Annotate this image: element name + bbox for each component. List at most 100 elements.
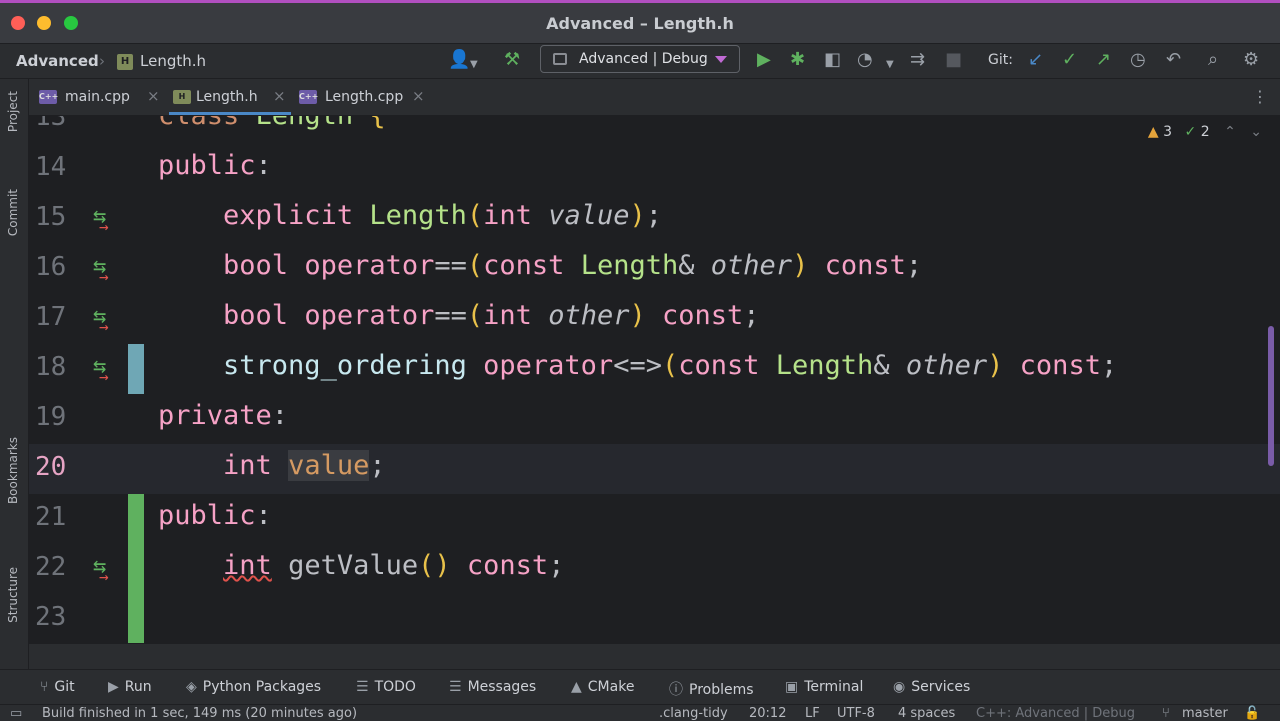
run-icon[interactable]: ▶ — [757, 50, 771, 70]
close-icon[interactable]: × — [412, 87, 425, 105]
git-update-icon[interactable]: ↙ — [1028, 50, 1043, 70]
cpp-file-icon: C++ — [299, 90, 318, 104]
override-arrow-icon: → — [99, 267, 109, 286]
status-message[interactable]: Build finished in 1 sec, 149 ms (20 minu… — [42, 706, 357, 721]
override-icon[interactable]: ⇆ → — [93, 256, 109, 287]
user-icon[interactable]: 👤 — [448, 50, 470, 70]
tool-problems[interactable]: ⓘ Problems — [669, 679, 754, 699]
attach-debugger-icon[interactable]: ⇉ — [910, 50, 925, 70]
line-number: 15 — [35, 202, 67, 232]
modified-line-marker[interactable] — [128, 344, 144, 394]
search-icon[interactable]: ⌕ — [1208, 50, 1218, 70]
git-branch-icon: ⑂ — [1162, 706, 1170, 721]
line-number: 22 — [35, 552, 67, 582]
code-line: 21 public: — [29, 494, 1280, 544]
vertical-scrollbar[interactable] — [1268, 326, 1274, 466]
close-icon[interactable]: × — [273, 87, 286, 105]
code-line: 13 class Length { — [29, 116, 1280, 144]
line-number: 20 — [35, 452, 67, 482]
chevron-down-icon[interactable]: ▼ — [470, 55, 478, 75]
status-bar: ▭ Build finished in 1 sec, 149 ms (20 mi… — [0, 704, 1280, 721]
code-line: 19 private: — [29, 394, 1280, 444]
override-icon[interactable]: ⇆ → — [93, 556, 109, 587]
build-hammer-icon[interactable]: ⚒ — [504, 50, 520, 70]
status-context[interactable]: C++: Advanced | Debug — [976, 706, 1135, 721]
cmake-triangle-icon: ▲ — [571, 679, 582, 695]
tab-label: Length.h — [196, 89, 258, 105]
tab-label: main.cpp — [65, 89, 130, 105]
history-icon[interactable]: ◷ — [1130, 50, 1146, 70]
code-text: int value; — [223, 450, 386, 481]
debug-bug-icon[interactable]: ✱ — [790, 50, 805, 70]
navigation-bar: Advanced › H Length.h 👤 ▼ ⚒ Advanced | D… — [0, 44, 1280, 79]
line-number: 14 — [35, 152, 67, 182]
added-line-marker[interactable] — [128, 544, 144, 594]
close-icon[interactable]: × — [147, 87, 160, 105]
git-label: Git: — [988, 52, 1013, 68]
messages-icon: ☰ — [449, 679, 462, 695]
tool-commit[interactable]: Commit — [6, 189, 20, 236]
override-icon[interactable]: ⇆ → — [93, 306, 109, 337]
terminal-icon: ▣ — [785, 679, 799, 695]
status-indent[interactable]: 4 spaces — [898, 706, 955, 721]
run-configuration-label: Advanced | Debug — [579, 51, 708, 67]
tool-terminal[interactable]: ▣ Terminal — [785, 679, 863, 695]
git-branch-icon: ⑂ — [40, 679, 49, 695]
added-line-marker[interactable] — [128, 494, 144, 544]
tab-main-cpp[interactable]: C++ main.cpp × — [39, 79, 161, 115]
line-number: 17 — [35, 302, 67, 332]
status-branch[interactable]: master — [1182, 706, 1228, 721]
git-commit-icon[interactable]: ✓ — [1062, 50, 1077, 70]
rollback-icon[interactable]: ↶ — [1166, 50, 1181, 70]
override-arrow-icon: → — [99, 367, 109, 386]
tool-python-packages[interactable]: ◈ Python Packages — [186, 679, 321, 695]
code-text: bool operator==(const Length& other) con… — [223, 250, 923, 281]
code-line: 16 ⇆ → bool operator==(const Length& othe… — [29, 244, 1280, 294]
lock-icon[interactable]: 🔓 — [1244, 706, 1260, 721]
tool-bookmarks[interactable]: Bookmarks — [6, 437, 20, 504]
code-text: strong_ordering operator<=>(const Length… — [223, 350, 1118, 381]
title-bar: Advanced – Length.h — [0, 0, 1280, 44]
code-line-current: 20 int value; — [29, 444, 1280, 494]
cpp-file-icon: C++ — [39, 90, 58, 104]
breadcrumb-file[interactable]: Length.h — [140, 52, 206, 70]
more-tabs-icon[interactable]: ⋮ — [1252, 87, 1268, 106]
code-line: 17 ⇆ → bool operator==(int other) const; — [29, 294, 1280, 344]
status-position[interactable]: 20:12 — [749, 706, 786, 721]
horizontal-scroll-area[interactable] — [29, 643, 1280, 670]
tool-project[interactable]: Project — [6, 91, 20, 132]
code-text: private: — [158, 400, 289, 431]
code-text: public: — [158, 500, 272, 531]
code-editor[interactable]: ▲ 3 ✓ 2 ⌃ ⌄ 13 class Length { 14 public:… — [29, 116, 1280, 643]
tool-todo[interactable]: ☰ TODO — [356, 679, 416, 695]
stop-icon[interactable]: ■ — [945, 50, 962, 70]
code-text: bool operator==(int other) const; — [223, 300, 760, 331]
code-line: 22 ⇆ → int getValue() const; — [29, 544, 1280, 594]
tool-run[interactable]: ▶ Run — [108, 679, 152, 695]
gear-icon[interactable]: ⚙ — [1243, 50, 1259, 70]
status-linter[interactable]: .clang-tidy — [659, 706, 728, 721]
status-encoding[interactable]: UTF-8 — [837, 706, 875, 721]
override-icon[interactable]: ⇆ → — [93, 356, 109, 387]
breadcrumb-chevron-icon: › — [99, 52, 105, 70]
run-configuration-selector[interactable]: Advanced | Debug — [540, 45, 740, 73]
tool-structure[interactable]: Structure — [6, 567, 20, 623]
git-push-icon[interactable]: ↗ — [1096, 50, 1111, 70]
added-line-marker[interactable] — [128, 594, 144, 643]
panel-toggle-icon[interactable]: ▭ — [10, 706, 22, 721]
chevron-down-icon[interactable]: ▼ — [886, 55, 894, 75]
code-text: int getValue() const; — [223, 550, 565, 581]
override-arrow-icon: → — [99, 567, 109, 586]
breadcrumb-project[interactable]: Advanced — [16, 52, 99, 70]
profile-icon[interactable]: ◔ — [857, 50, 873, 70]
tool-services[interactable]: ◉ Services — [893, 679, 970, 695]
left-tool-strip: Project Commit Bookmarks Structure — [0, 79, 29, 669]
tool-messages[interactable]: ☰ Messages — [449, 679, 536, 695]
tab-length-cpp[interactable]: C++ Length.cpp × — [299, 79, 439, 115]
tool-cmake[interactable]: ▲ CMake — [571, 679, 634, 695]
override-icon[interactable]: ⇆ → — [93, 206, 109, 237]
tab-length-h[interactable]: H Length.h × — [169, 79, 291, 115]
coverage-icon[interactable]: ◧ — [824, 50, 841, 70]
tool-git[interactable]: ⑂ Git — [40, 679, 75, 695]
status-line-separator[interactable]: LF — [805, 706, 820, 721]
